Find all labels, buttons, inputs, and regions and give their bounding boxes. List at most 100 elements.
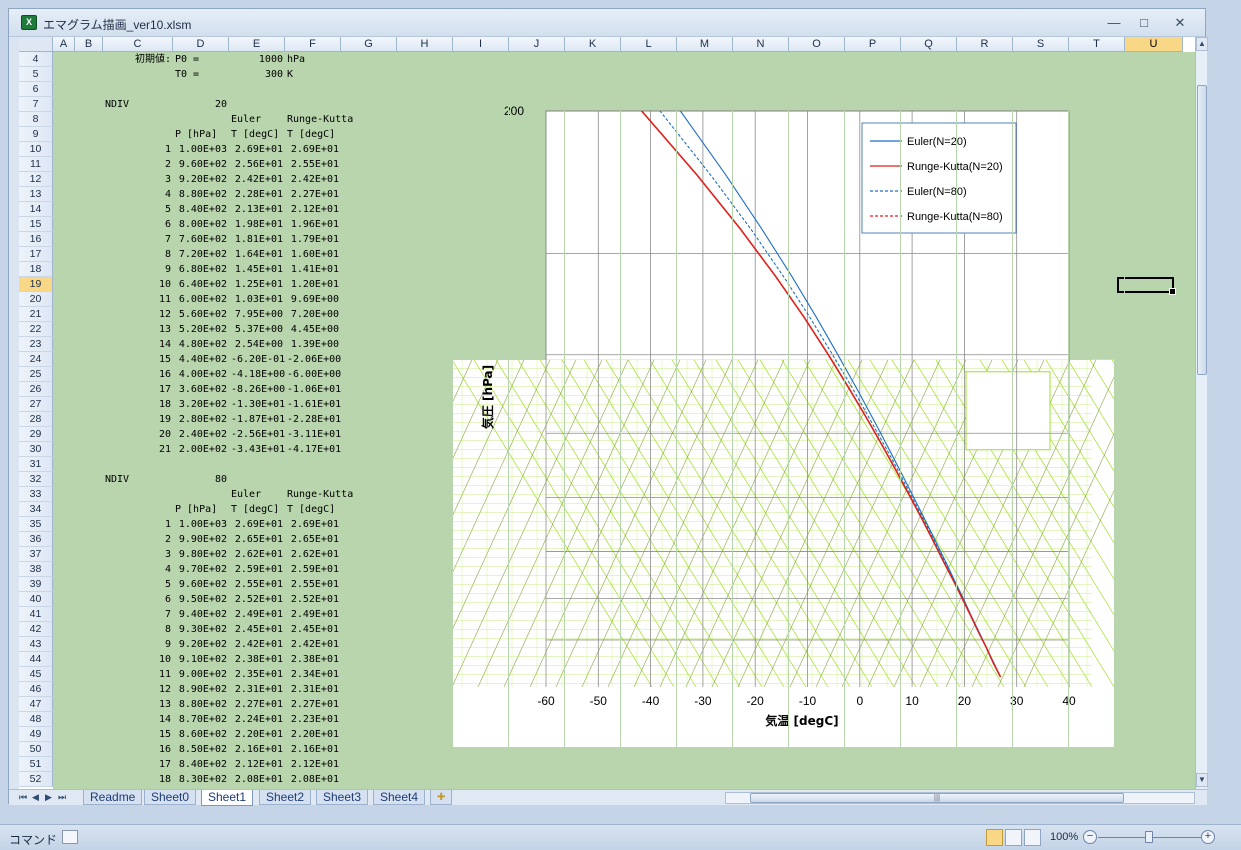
step-index-cell[interactable]: 20	[105, 427, 171, 442]
column-header-d[interactable]: D	[173, 37, 229, 52]
p-header-cell[interactable]: P [hPa]	[175, 127, 227, 142]
column-header-u[interactable]: U	[1125, 37, 1183, 52]
euler-temp-cell[interactable]: 1.98E+01	[231, 217, 283, 232]
rk-temp-cell[interactable]: 2.12E+01	[287, 202, 339, 217]
worksheet[interactable]: -60 -50 -40 -30 -20 -10 0 10 20 30 40 200 気温 [degC] 気…	[19, 37, 1195, 789]
rk-temp-cell[interactable]: 2.23E+01	[287, 712, 339, 727]
euler-temp-cell[interactable]: 2.59E+01	[231, 562, 283, 577]
euler-temp-cell[interactable]: 2.35E+01	[231, 667, 283, 682]
vertical-scrollbar[interactable]: ▲ ▼	[1195, 37, 1208, 789]
euler-temp-cell[interactable]: 2.62E+01	[231, 547, 283, 562]
row-header-37[interactable]: 37	[19, 547, 53, 562]
pressure-cell[interactable]: 9.10E+02	[175, 652, 227, 667]
pressure-cell[interactable]: 2.00E+02	[175, 442, 227, 457]
pressure-cell[interactable]: 6.80E+02	[175, 262, 227, 277]
euler-header-cell[interactable]: Euler	[231, 112, 283, 127]
pressure-cell[interactable]: 6.40E+02	[175, 277, 227, 292]
euler-temp-cell[interactable]: 2.28E+01	[231, 187, 283, 202]
pressure-cell[interactable]: 9.40E+02	[175, 607, 227, 622]
page-layout-view-button[interactable]	[1005, 829, 1022, 846]
row-header-46[interactable]: 46	[19, 682, 53, 697]
rk-temp-cell[interactable]: 2.65E+01	[287, 532, 339, 547]
pressure-cell[interactable]: 8.40E+02	[175, 202, 227, 217]
euler-temp-cell[interactable]: 2.54E+00	[231, 337, 283, 352]
euler-temp-cell[interactable]: 1.64E+01	[231, 247, 283, 262]
step-index-cell[interactable]: 17	[105, 382, 171, 397]
column-header-g[interactable]: G	[341, 37, 397, 52]
row-header-26[interactable]: 26	[19, 382, 53, 397]
column-header-o[interactable]: O	[789, 37, 845, 52]
row-header-20[interactable]: 20	[19, 292, 53, 307]
row-header-21[interactable]: 21	[19, 307, 53, 322]
row-header-28[interactable]: 28	[19, 412, 53, 427]
euler-temp-cell[interactable]: 1.45E+01	[231, 262, 283, 277]
row-header-50[interactable]: 50	[19, 742, 53, 757]
column-header-f[interactable]: F	[285, 37, 341, 52]
pressure-cell[interactable]: 9.80E+02	[175, 547, 227, 562]
step-index-cell[interactable]: 11	[105, 667, 171, 682]
step-index-cell[interactable]: 4	[105, 562, 171, 577]
euler-temp-cell[interactable]: 2.49E+01	[231, 607, 283, 622]
step-index-cell[interactable]: 13	[105, 697, 171, 712]
pressure-cell[interactable]: 8.30E+02	[175, 772, 227, 787]
pressure-cell[interactable]: 2.80E+02	[175, 412, 227, 427]
pressure-cell[interactable]: 9.30E+02	[175, 622, 227, 637]
emagram-chart[interactable]: -60 -50 -40 -30 -20 -10 0 10 20 30 40200気温 [degC]気…	[452, 97, 1114, 747]
pressure-cell[interactable]: 7.20E+02	[175, 247, 227, 262]
tr-header-cell[interactable]: T [degC]	[287, 127, 339, 142]
ndiv-label-cell[interactable]: NDIV	[105, 97, 171, 112]
step-index-cell[interactable]: 15	[105, 727, 171, 742]
euler-temp-cell[interactable]: -6.20E-01	[231, 352, 285, 367]
excel-icon[interactable]: X	[21, 15, 37, 30]
step-index-cell[interactable]: 6	[105, 592, 171, 607]
tab-nav-0-icon[interactable]: ⏮	[19, 792, 27, 803]
row-header-41[interactable]: 41	[19, 607, 53, 622]
rk-temp-cell[interactable]: -3.11E+01	[287, 427, 341, 442]
row-header-27[interactable]: 27	[19, 397, 53, 412]
row-header-9[interactable]: 9	[19, 127, 53, 142]
rk-temp-cell[interactable]: 1.20E+01	[287, 277, 339, 292]
rk-temp-cell[interactable]: 2.55E+01	[287, 577, 339, 592]
rk-temp-cell[interactable]: 9.69E+00	[287, 292, 339, 307]
row-header-24[interactable]: 24	[19, 352, 53, 367]
euler-temp-cell[interactable]: 2.52E+01	[231, 592, 283, 607]
pressure-cell[interactable]: 1.00E+03	[175, 142, 227, 157]
rk-temp-cell[interactable]: 1.96E+01	[287, 217, 339, 232]
euler-temp-cell[interactable]: -2.56E+01	[231, 427, 285, 442]
sheet-tab-sheet1[interactable]: Sheet1	[201, 790, 254, 806]
step-index-cell[interactable]: 2	[105, 532, 171, 547]
euler-temp-cell[interactable]: 2.08E+01	[231, 772, 283, 787]
row-header-13[interactable]: 13	[19, 187, 53, 202]
row-header-48[interactable]: 48	[19, 712, 53, 727]
pressure-cell[interactable]: 8.50E+02	[175, 742, 227, 757]
sheet-tab-sheet4[interactable]: Sheet4	[373, 790, 426, 805]
pressure-cell[interactable]: 9.60E+02	[175, 577, 227, 592]
step-index-cell[interactable]: 5	[105, 202, 171, 217]
euler-temp-cell[interactable]: 2.16E+01	[231, 742, 283, 757]
step-index-cell[interactable]: 18	[105, 397, 171, 412]
row-header-17[interactable]: 17	[19, 247, 53, 262]
row-header-39[interactable]: 39	[19, 577, 53, 592]
column-header-c[interactable]: C	[103, 37, 173, 52]
rk-temp-cell[interactable]: 2.49E+01	[287, 607, 339, 622]
p0-label-cell[interactable]: P0 =	[175, 52, 227, 67]
euler-temp-cell[interactable]: 2.69E+01	[231, 517, 283, 532]
euler-temp-cell[interactable]: 2.24E+01	[231, 712, 283, 727]
step-index-cell[interactable]: 6	[105, 217, 171, 232]
pressure-cell[interactable]: 5.60E+02	[175, 307, 227, 322]
rk-temp-cell[interactable]: 2.69E+01	[287, 517, 339, 532]
rk-temp-cell[interactable]: 2.42E+01	[287, 172, 339, 187]
sheet-tab-readme[interactable]: Readme	[83, 790, 143, 805]
rk-temp-cell[interactable]: 2.42E+01	[287, 637, 339, 652]
row-header-19[interactable]: 19	[19, 277, 53, 292]
row-header-22[interactable]: 22	[19, 322, 53, 337]
column-header-q[interactable]: Q	[901, 37, 957, 52]
step-index-cell[interactable]: 18	[105, 772, 171, 787]
t0-unit-cell[interactable]: K	[287, 67, 339, 82]
t0-label-cell[interactable]: T0 =	[175, 67, 227, 82]
close-button[interactable]: ✕	[1167, 13, 1193, 33]
euler-temp-cell[interactable]: -8.26E+00	[231, 382, 285, 397]
rk-temp-cell[interactable]: 2.31E+01	[287, 682, 339, 697]
vertical-scroll-thumb[interactable]	[1197, 85, 1207, 375]
zoom-out-icon[interactable]: −	[1083, 830, 1097, 844]
